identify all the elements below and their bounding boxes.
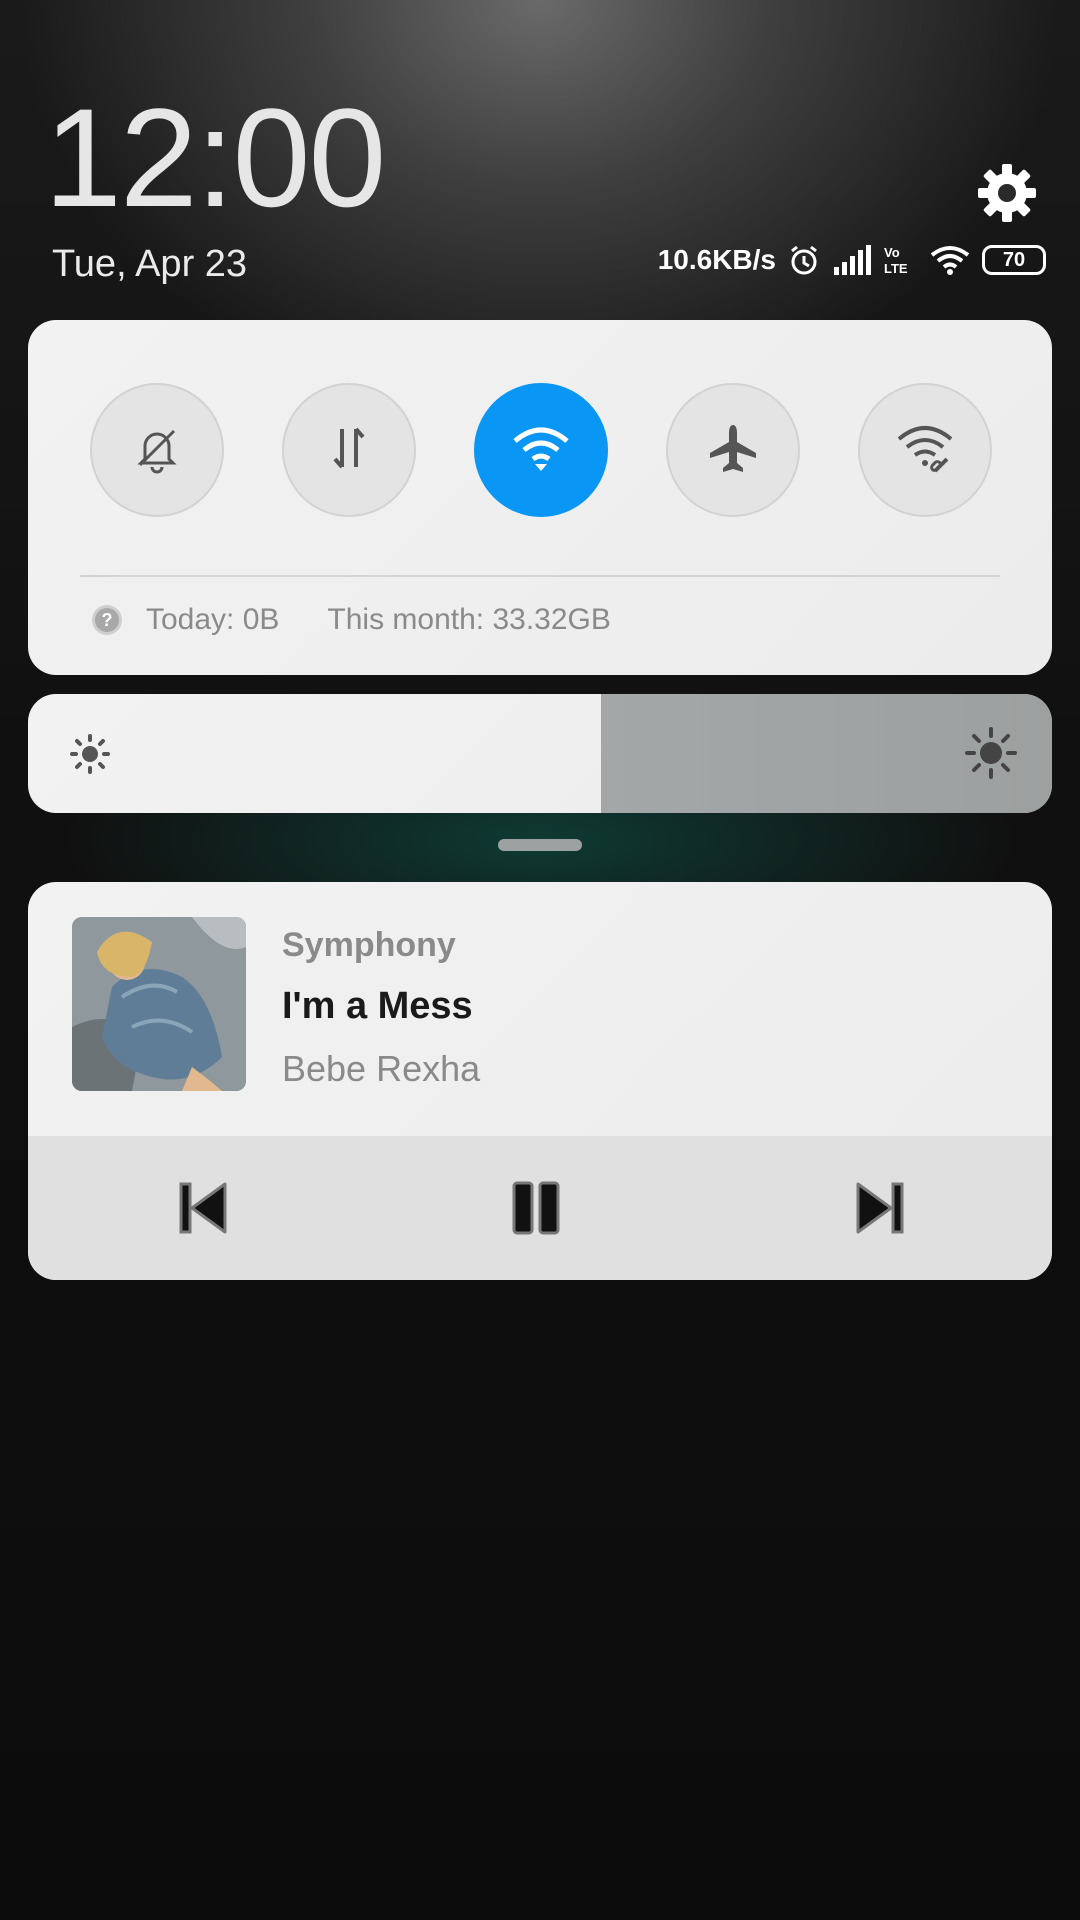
track-info: Symphony I'm a Mess Bebe Rexha — [282, 926, 480, 1090]
drag-handle[interactable] — [498, 839, 582, 851]
airplane-icon — [706, 421, 760, 480]
next-icon[interactable] — [850, 1178, 910, 1238]
toggle-mobile-data[interactable] — [282, 383, 416, 517]
usage-month: This month: 33.32GB — [327, 603, 611, 636]
brightness-low-icon — [68, 732, 112, 781]
media-controls — [28, 1136, 1052, 1280]
pause-icon[interactable] — [506, 1178, 566, 1238]
usage-today: Today: 0B — [146, 603, 280, 636]
wifi-icon — [930, 245, 970, 275]
svg-text:LTE: LTE — [884, 261, 908, 276]
toggle-silent[interactable] — [90, 383, 224, 517]
toggle-airplane-mode[interactable] — [666, 383, 800, 517]
volte-icon: Vo LTE — [884, 244, 918, 276]
wifi-link-icon — [895, 421, 955, 480]
album-art — [72, 917, 246, 1091]
toggle-hotspot[interactable] — [858, 383, 992, 517]
help-icon: ? — [92, 605, 122, 635]
toggle-wifi[interactable] — [474, 383, 608, 517]
previous-icon[interactable] — [173, 1178, 233, 1238]
wifi-icon — [511, 423, 571, 478]
brightness-high-icon — [964, 726, 1018, 785]
track-title: I'm a Mess — [282, 985, 473, 1027]
network-speed: 10.6KB/s — [657, 244, 776, 275]
bell-off-icon — [130, 421, 184, 480]
app-name: Symphony — [282, 926, 456, 964]
divider — [80, 575, 1000, 577]
date: Tue, Apr 23 — [52, 243, 248, 285]
alarm-icon — [788, 244, 820, 276]
quick-settings-panel: ? Today: 0B This month: 33.32GB — [28, 320, 1052, 675]
track-artist: Bebe Rexha — [282, 1048, 481, 1089]
status-bar: 10.6KB/s Vo LTE 70 — [658, 244, 1046, 276]
settings-gear-icon[interactable] — [976, 162, 1038, 224]
media-notification[interactable]: Symphony I'm a Mess Bebe Rexha — [28, 882, 1052, 1280]
svg-text:Vo: Vo — [884, 245, 900, 260]
signal-icon — [832, 245, 872, 275]
data-transfer-icon — [322, 421, 376, 480]
clock: 12:00 — [44, 79, 386, 236]
data-usage[interactable]: ? Today: 0B This month: 33.32GB — [92, 603, 611, 637]
battery-icon: 70 — [982, 245, 1046, 275]
brightness-slider[interactable] — [28, 694, 1052, 813]
